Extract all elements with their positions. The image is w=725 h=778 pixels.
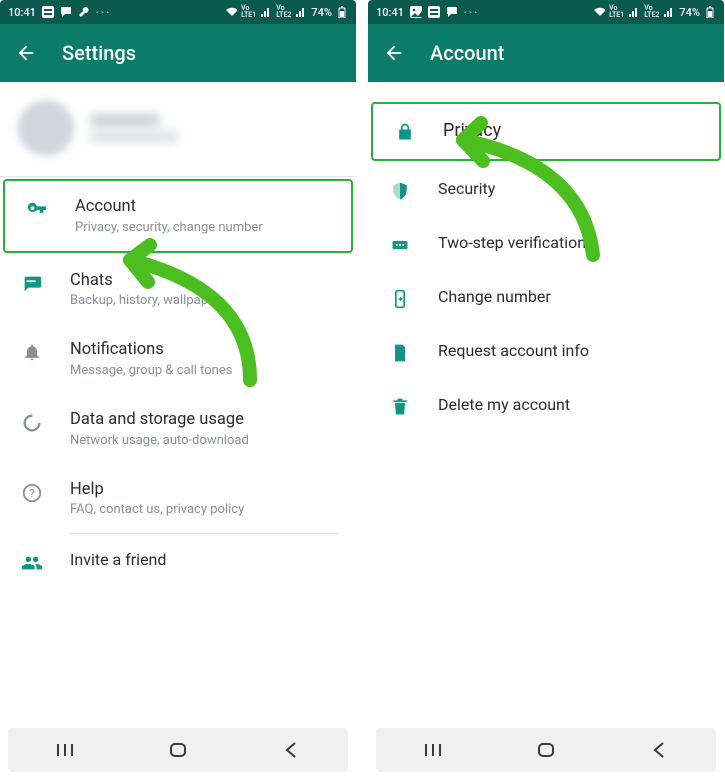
settings-item-data[interactable]: Data and storage usage Network usage, au… xyxy=(0,394,356,464)
settings-item-notifications[interactable]: Notifications Message, group & call tone… xyxy=(0,324,356,394)
status-time: 10:41 xyxy=(376,6,404,19)
android-navbar xyxy=(8,728,348,772)
settings-item-help[interactable]: ? Help FAQ, contact us, privacy policy xyxy=(0,464,356,534)
account-item-security[interactable]: Security xyxy=(368,163,724,217)
chat-bubble-icon xyxy=(18,271,46,295)
profile-row[interactable] xyxy=(0,82,356,176)
account-item-twostep[interactable]: Two-step verification xyxy=(368,217,724,271)
signal1-icon xyxy=(260,6,272,18)
item-sub: Backup, history, wallpaper xyxy=(70,293,338,308)
item-label: Account xyxy=(75,197,345,218)
phone-swap-icon xyxy=(386,287,414,309)
item-label: Change number xyxy=(438,287,706,307)
app-bar: Account xyxy=(368,24,724,82)
back-button[interactable] xyxy=(382,41,406,65)
nav-home-button[interactable] xyxy=(526,738,566,762)
status-bar: 10:41 ··· VoLTE1 VoLTE2 74% xyxy=(368,0,724,24)
pin-icon xyxy=(386,233,414,255)
back-button[interactable] xyxy=(14,41,38,65)
help-icon: ? xyxy=(18,480,46,504)
trash-icon xyxy=(386,395,414,417)
appbar-title: Account xyxy=(430,41,504,65)
more-dots: ··· xyxy=(464,6,479,19)
account-item-request[interactable]: Request account info xyxy=(368,325,724,379)
item-label: Data and storage usage xyxy=(70,410,338,431)
lte2-label: VoLTE2 xyxy=(276,5,291,19)
battery-icon xyxy=(336,6,348,18)
right-screen: 10:41 ··· VoLTE1 VoLTE2 74% xyxy=(368,0,724,778)
lte2-label: VoLTE2 xyxy=(644,5,659,19)
battery-percent: 74% xyxy=(311,6,332,19)
svg-text:?: ? xyxy=(29,486,35,500)
lock-icon xyxy=(391,120,419,142)
people-icon xyxy=(18,550,46,574)
item-label: Delete my account xyxy=(438,395,706,415)
more-dots: ··· xyxy=(96,6,111,19)
signal1-icon xyxy=(628,6,640,18)
data-usage-icon xyxy=(18,410,46,434)
android-navbar xyxy=(376,728,716,772)
battery-percent: 74% xyxy=(679,6,700,19)
item-label: Two-step verification xyxy=(438,233,706,253)
wifi-icon xyxy=(593,6,605,18)
account-item-delete[interactable]: Delete my account xyxy=(368,379,724,433)
item-sub: Privacy, security, change number xyxy=(75,220,345,235)
item-label: Security xyxy=(438,179,706,199)
app-badge-icon xyxy=(42,6,54,18)
document-icon xyxy=(386,341,414,363)
signal2-icon xyxy=(663,6,675,18)
item-sub: Message, group & call tones xyxy=(70,363,338,378)
wifi-icon xyxy=(225,6,237,18)
nav-recents-button[interactable] xyxy=(413,738,453,762)
item-label: Privacy xyxy=(443,120,713,143)
item-label: Invite a friend xyxy=(70,550,338,570)
avatar xyxy=(18,100,74,156)
battery-icon xyxy=(704,6,716,18)
status-time: 10:41 xyxy=(8,6,36,19)
gallery-icon xyxy=(410,6,422,18)
item-sub: FAQ, contact us, privacy policy xyxy=(70,502,338,517)
bell-icon xyxy=(18,340,46,362)
settings-item-invite[interactable]: Invite a friend xyxy=(0,534,356,590)
item-label: Notifications xyxy=(70,340,338,361)
lte1-label: VoLTE1 xyxy=(241,5,256,19)
settings-item-chats[interactable]: Chats Backup, history, wallpaper xyxy=(0,255,356,325)
divider xyxy=(0,176,356,177)
left-screen: 10:41 ··· VoLTE1 VoLTE2 74% xyxy=(0,0,356,778)
key-icon xyxy=(23,197,51,221)
item-label: Help xyxy=(70,480,338,501)
nav-recents-button[interactable] xyxy=(45,738,85,762)
appbar-title: Settings xyxy=(62,41,136,65)
shield-icon xyxy=(386,179,414,201)
app-bar: Settings xyxy=(0,24,356,82)
settings-item-account[interactable]: Account Privacy, security, change number xyxy=(3,179,353,253)
nav-home-button[interactable] xyxy=(158,738,198,762)
chat-icon xyxy=(446,6,458,18)
item-label: Request account info xyxy=(438,341,706,361)
item-sub: Network usage, auto-download xyxy=(70,433,338,448)
chat-icon xyxy=(60,6,72,18)
account-item-changenum[interactable]: Change number xyxy=(368,271,724,325)
account-item-privacy[interactable]: Privacy xyxy=(371,102,721,161)
profile-text xyxy=(90,114,178,142)
item-label: Chats xyxy=(70,271,338,292)
app-badge-icon xyxy=(428,6,440,18)
wrench-icon xyxy=(78,6,90,18)
nav-back-button[interactable] xyxy=(271,738,311,762)
status-bar: 10:41 ··· VoLTE1 VoLTE2 74% xyxy=(0,0,356,24)
lte1-label: VoLTE1 xyxy=(609,5,624,19)
signal2-icon xyxy=(295,6,307,18)
nav-back-button[interactable] xyxy=(639,738,679,762)
